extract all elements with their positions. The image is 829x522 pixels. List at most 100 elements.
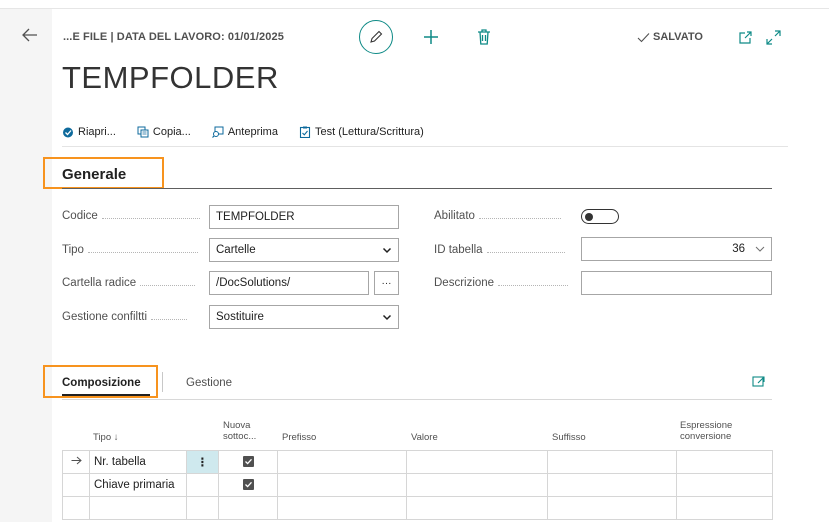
open-new-window-button[interactable] (738, 31, 752, 45)
tab-active-underline (62, 394, 150, 396)
cell-row-actions[interactable] (186, 496, 219, 520)
copy-action[interactable]: Copia... (137, 126, 191, 138)
tipo-label: Tipo (62, 244, 198, 256)
copy-icon (137, 126, 149, 138)
subpage-popout-button[interactable] (752, 375, 765, 388)
col-header-espressione[interactable]: Espressione conversione (680, 420, 732, 442)
tab-composizione[interactable]: Composizione (62, 377, 141, 389)
tipo-select[interactable]: Cartelle (209, 238, 399, 262)
test-icon (299, 126, 311, 138)
cell-valore[interactable] (406, 496, 548, 520)
arrow-right-icon (71, 456, 82, 465)
breadcrumb: ...E FILE | DATA DEL LAVORO: 01/01/2025 (63, 31, 284, 43)
edit-button[interactable] (359, 20, 393, 54)
id-tabella-value: 36 (732, 243, 745, 255)
section-divider (62, 188, 772, 189)
cartella-radice-label: Cartella radice (62, 277, 196, 289)
col-header-espressione-line2: conversione (680, 431, 732, 442)
reopen-icon (63, 127, 73, 138)
reopen-action[interactable]: Riapri... (62, 126, 116, 138)
gestione-conflitti-label-text: Gestione confiltti (62, 311, 148, 323)
abilitato-label-text: Abilitato (434, 210, 475, 222)
preview-label: Anteprima (227, 126, 278, 138)
cell-tipo[interactable]: Nr. tabella (89, 450, 187, 474)
abilitato-toggle[interactable] (581, 209, 619, 224)
test-action[interactable]: Test (Lettura/Scrittura) (299, 126, 424, 138)
saved-status: SALVATO (637, 31, 703, 43)
table-row-empty[interactable] (62, 496, 773, 520)
col-header-suffisso[interactable]: Suffisso (552, 432, 586, 443)
id-tabella-select[interactable]: 36 (581, 237, 772, 261)
cell-suffisso[interactable] (547, 496, 677, 520)
delete-button[interactable] (476, 28, 492, 46)
section-title-generale[interactable]: Generale (62, 166, 126, 183)
actionbar-divider (62, 146, 788, 147)
checkmark-icon (637, 32, 650, 42)
cell-espressione[interactable] (676, 473, 773, 497)
cell-valore[interactable] (406, 473, 548, 497)
codice-field[interactable]: TEMPFOLDER (209, 205, 399, 229)
left-panel (0, 9, 52, 522)
popout-icon (752, 376, 765, 387)
cell-espressione[interactable] (676, 496, 773, 520)
col-header-espressione-line1: Espressione (680, 420, 733, 431)
col-header-tipo[interactable]: Tipo ↓ (93, 432, 119, 443)
tab-gestione[interactable]: Gestione (186, 377, 232, 389)
codice-label-text: Codice (62, 210, 98, 222)
row-actions-button[interactable]: ⋮ (186, 450, 219, 474)
tipo-label-text: Tipo (62, 244, 84, 256)
tabs-divider (62, 399, 772, 400)
cartella-radice-lookup-button[interactable]: ··· (374, 271, 399, 295)
back-button[interactable] (20, 25, 46, 47)
vertical-ellipsis-icon: ⋮ (196, 457, 209, 469)
col-header-nuova-line1: Nuova (223, 420, 251, 431)
cell-suffisso[interactable] (547, 473, 677, 497)
cell-nuova[interactable] (218, 450, 278, 474)
composizione-grid: Nr. tabella ⋮ Chiave primaria (62, 450, 773, 520)
cell-suffisso[interactable] (547, 450, 677, 474)
descrizione-label: Descrizione (434, 277, 569, 289)
plus-icon (424, 30, 438, 44)
table-row[interactable]: Chiave primaria (62, 473, 773, 497)
row-indicator (62, 450, 90, 474)
cell-nuova[interactable] (218, 473, 278, 497)
codice-label: Codice (62, 210, 200, 222)
id-tabella-label-text: ID tabella (434, 244, 483, 256)
ellipsis-icon: ··· (381, 277, 392, 289)
col-header-valore[interactable]: Valore (411, 432, 438, 443)
cell-tipo[interactable]: Chiave primaria (89, 473, 187, 497)
chevron-down-icon (755, 246, 765, 252)
cell-espressione[interactable] (676, 450, 773, 474)
preview-action[interactable]: Anteprima (211, 126, 278, 138)
cartella-radice-label-text: Cartella radice (62, 277, 137, 289)
cell-prefisso[interactable] (277, 496, 407, 520)
cell-row-actions[interactable] (186, 473, 219, 497)
popout-icon (739, 31, 752, 44)
checkbox-checked[interactable] (242, 455, 254, 467)
col-header-nuova[interactable]: Nuova sottoc... (223, 420, 256, 442)
table-row[interactable]: Nr. tabella ⋮ (62, 450, 773, 474)
chevron-down-icon (382, 247, 392, 254)
cell-tipo[interactable] (89, 496, 187, 520)
col-header-nuova-line2: sottoc... (223, 431, 257, 442)
row-indicator (62, 473, 90, 497)
cell-nuova[interactable] (218, 496, 278, 520)
row-indicator (62, 496, 90, 520)
checkbox-checked[interactable] (242, 478, 254, 490)
trash-icon (478, 29, 490, 45)
gestione-conflitti-select[interactable]: Sostituire (209, 305, 399, 329)
cell-valore[interactable] (406, 450, 548, 474)
new-button[interactable] (421, 27, 441, 47)
cell-prefisso[interactable] (277, 473, 407, 497)
cell-prefisso[interactable] (277, 450, 407, 474)
test-label: Test (Lettura/Scrittura) (314, 126, 424, 138)
page-title: TEMPFOLDER (62, 60, 279, 95)
checkmark-icon (244, 481, 252, 488)
descrizione-field[interactable] (581, 271, 772, 295)
preview-icon (211, 126, 224, 138)
cartella-radice-field[interactable]: /DocSolutions/ (209, 271, 369, 295)
toggle-knob (585, 212, 593, 221)
expand-button[interactable] (766, 30, 781, 45)
col-header-prefisso[interactable]: Prefisso (282, 432, 316, 443)
copy-label: Copia... (152, 126, 191, 138)
